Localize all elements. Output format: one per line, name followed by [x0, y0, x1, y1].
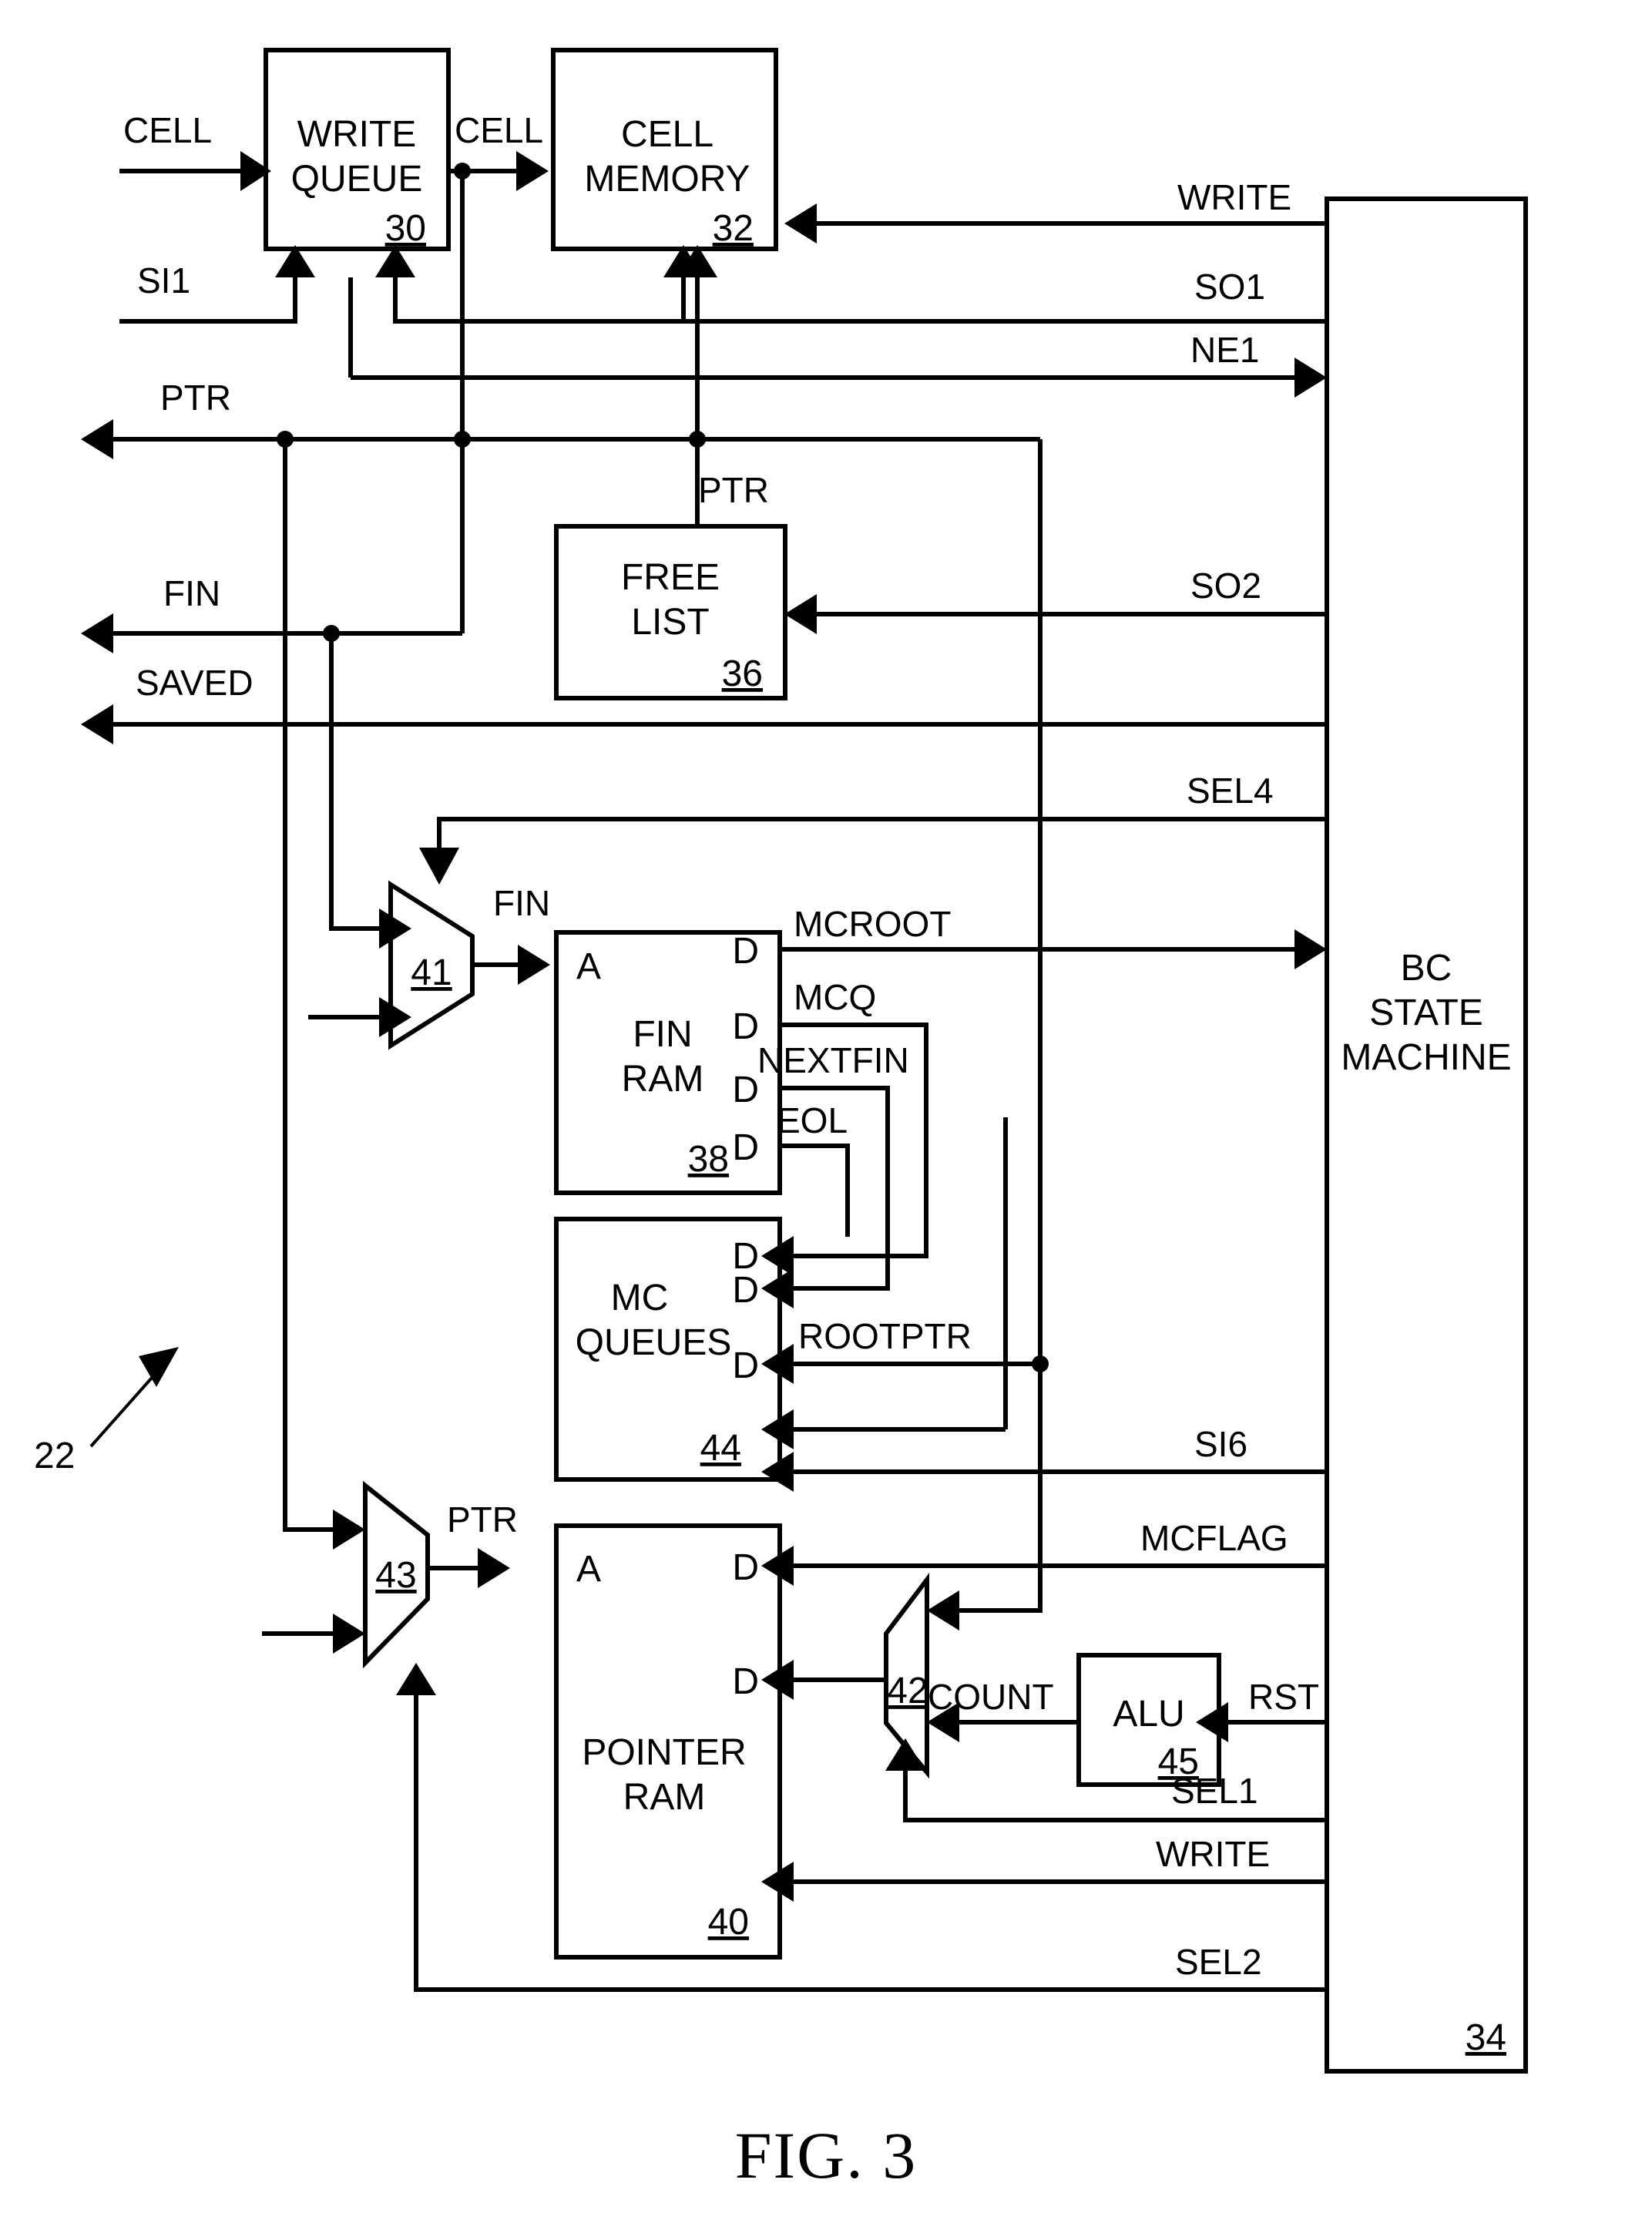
- block-bc-state-machine-ref: 34: [1466, 2017, 1506, 2058]
- label-saved-out: SAVED: [136, 663, 254, 703]
- system-ref-22: 22: [34, 1436, 75, 1476]
- block-free-list-ref: 36: [722, 653, 763, 694]
- figure-caption: FIG. 3: [735, 2118, 918, 2192]
- label-sel1: SEL1: [1171, 1771, 1258, 1811]
- block-mc-queues-line2: QUEUES: [576, 1322, 732, 1363]
- arrowhead-ptr-out: [81, 419, 113, 459]
- block-diagram: WRITE QUEUE 30 CELL MEMORY 32 FREE LIST …: [34, 48, 1528, 2192]
- wire-fin-to-mux41: [329, 633, 379, 931]
- label-mux41-out: FIN: [493, 883, 550, 923]
- arrowhead-mux42-in1: [927, 1590, 959, 1631]
- pin-fin-ram-d2: D: [732, 1006, 759, 1047]
- block-bc-state-machine-line2: STATE: [1369, 992, 1483, 1033]
- arrowhead-so2: [784, 594, 817, 634]
- pin-mc-queues-d3: D: [732, 1345, 759, 1386]
- block-pointer-ram-line1: POINTER: [582, 1732, 746, 1773]
- wire-mux42-in1: [959, 1364, 1043, 1613]
- arrowhead-cell-mid: [516, 151, 549, 191]
- pin-fin-ram-d1: D: [732, 931, 759, 972]
- label-si6: SI6: [1194, 1424, 1247, 1464]
- label-rst: RST: [1248, 1677, 1319, 1717]
- wire-sel1: [903, 1771, 1327, 1822]
- pin-fin-ram-d4: D: [732, 1127, 759, 1168]
- label-si1: SI1: [137, 260, 190, 301]
- label-fin-out: FIN: [163, 573, 220, 613]
- label-cell-in: CELL: [123, 110, 212, 150]
- arrowhead-mcroot: [1294, 929, 1327, 969]
- block-write-queue-ref: 30: [385, 208, 426, 249]
- block-cell-memory-line2: MEMORY: [584, 159, 750, 200]
- wire-sel4: [437, 817, 1327, 848]
- label-count: COUNT: [928, 1677, 1054, 1717]
- label-eol: EOL: [777, 1100, 848, 1140]
- label-mcq: MCQ: [794, 977, 876, 1017]
- block-fin-ram-line2: RAM: [622, 1059, 704, 1100]
- patent-figure-page: WRITE QUEUE 30 CELL MEMORY 32 FREE LIST …: [0, 0, 1652, 2230]
- mux-41-ref: 41: [411, 952, 452, 993]
- arrowhead-pointer-ram-a: [478, 1548, 510, 1588]
- junction-ptr-left-tap: [277, 431, 294, 448]
- label-cell-mid: CELL: [455, 110, 543, 150]
- wire-ptr-to-mux43: [283, 439, 333, 1532]
- label-ne1: NE1: [1190, 330, 1259, 370]
- leader-line-22: [89, 1369, 159, 1448]
- wire-so1-to-wq: [393, 277, 1327, 324]
- block-free-list-line1: FREE: [621, 557, 720, 598]
- label-so2: SO2: [1190, 566, 1261, 606]
- label-write-top: WRITE: [1177, 177, 1291, 217]
- label-mux43-out: PTR: [447, 1500, 518, 1540]
- system-reference: 22: [34, 1347, 179, 1476]
- pin-fin-ram-a: A: [576, 946, 601, 987]
- leader-arrowhead-22: [139, 1347, 179, 1387]
- arrowhead-sel2: [396, 1663, 436, 1695]
- arrowhead-fin-out: [81, 613, 113, 653]
- label-mcflag: MCFLAG: [1140, 1518, 1288, 1558]
- arrowhead-sel4: [419, 848, 459, 885]
- pin-mc-queues-d2: D: [732, 1270, 759, 1311]
- wire-eol: [780, 1144, 850, 1237]
- arrowhead-saved-out: [81, 704, 113, 744]
- label-write-bottom: WRITE: [1156, 1834, 1270, 1874]
- arrowhead-write-top: [784, 203, 817, 243]
- block-mc-queues-line1: MC: [611, 1278, 669, 1318]
- arrowhead-mux43-in1: [333, 1510, 365, 1550]
- block-cell-memory-line1: CELL: [621, 114, 714, 155]
- pin-pointer-ram-d2: D: [732, 1661, 759, 1702]
- pin-pointer-ram-d1: D: [732, 1547, 759, 1588]
- block-fin-ram-line1: FIN: [633, 1014, 692, 1055]
- label-sel2: SEL2: [1175, 1942, 1262, 1982]
- label-ptr-freelist: PTR: [698, 470, 769, 510]
- block-bc-state-machine-line1: BC: [1401, 948, 1452, 989]
- label-rootptr: ROOTPTR: [798, 1316, 972, 1356]
- label-mcroot: MCROOT: [794, 904, 951, 944]
- block-write-queue-line2: QUEUE: [291, 159, 423, 200]
- mux-42-ref: 42: [887, 1671, 928, 1711]
- label-sel4: SEL4: [1187, 771, 1274, 811]
- arrowhead-fin-ram-a: [518, 945, 550, 985]
- block-fin-ram-ref: 38: [688, 1139, 729, 1180]
- pin-fin-ram-d3: D: [732, 1070, 759, 1110]
- arrowhead-mux41-in2: [379, 997, 411, 1037]
- arrowhead-mux43-in2: [333, 1614, 365, 1654]
- block-write-queue-line1: WRITE: [297, 114, 417, 155]
- label-nextfin: NEXTFIN: [757, 1040, 909, 1080]
- block-cell-memory-ref: 32: [713, 208, 754, 249]
- label-so1: SO1: [1194, 267, 1265, 307]
- block-pointer-ram-ref: 40: [708, 1902, 749, 1943]
- arrowhead-rst: [1196, 1702, 1228, 1742]
- label-ptr-out: PTR: [160, 378, 231, 418]
- block-bc-state-machine[interactable]: [1325, 196, 1528, 2074]
- arrowhead-mux41-in1: [379, 908, 411, 949]
- block-free-list-line2: LIST: [631, 602, 709, 643]
- pin-pointer-ram-a: A: [576, 1549, 601, 1590]
- block-mc-queues-ref: 44: [700, 1428, 741, 1469]
- block-bc-state-machine-line3: MACHINE: [1341, 1037, 1511, 1078]
- mux-43-ref: 43: [375, 1555, 416, 1596]
- block-pointer-ram-line2: RAM: [623, 1777, 706, 1818]
- block-alu-label: ALU: [1113, 1694, 1184, 1735]
- arrowhead-ne1: [1294, 358, 1327, 398]
